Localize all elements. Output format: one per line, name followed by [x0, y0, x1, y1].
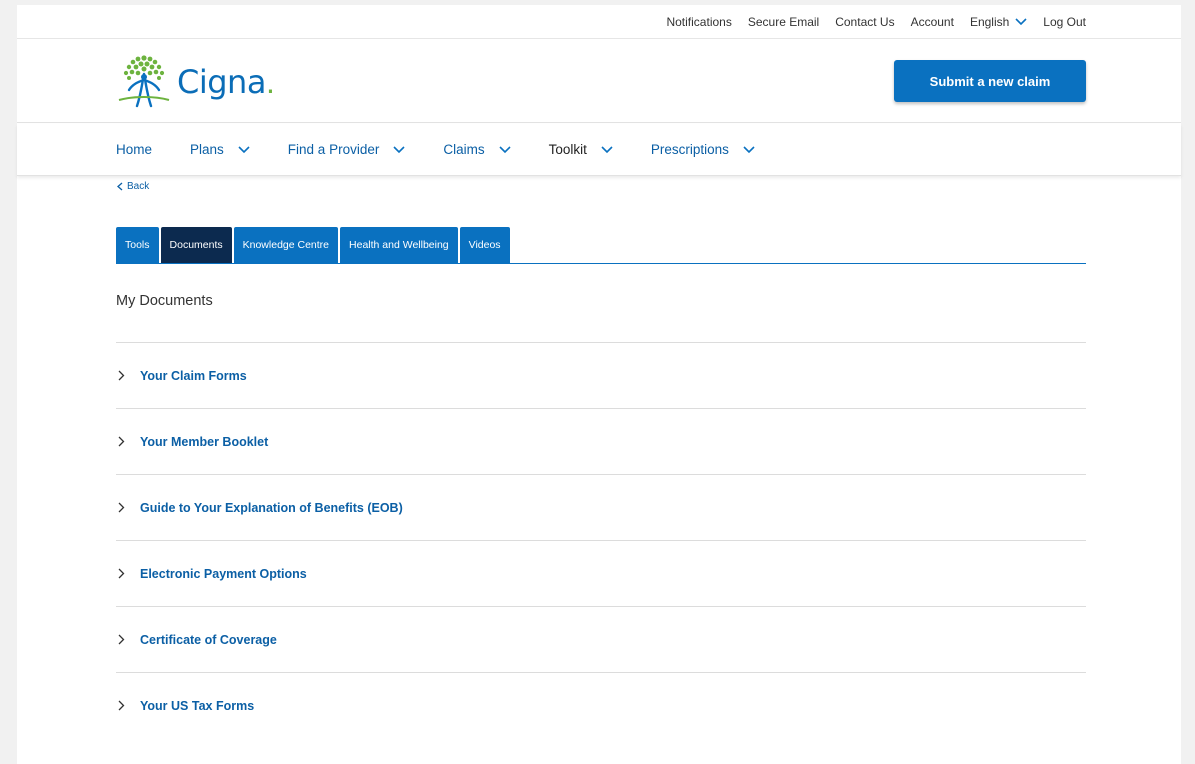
- chevron-right-icon: [118, 502, 125, 513]
- document-item-claim-forms[interactable]: Your Claim Forms: [116, 342, 1086, 408]
- chevron-down-icon: [238, 145, 250, 153]
- nav-home-label: Home: [116, 142, 153, 157]
- tab-knowledge-centre[interactable]: Knowledge Centre: [233, 227, 339, 263]
- document-label: Your Claim Forms: [140, 368, 247, 383]
- toolkit-tabs: Tools Documents Knowledge Centre Health …: [116, 227, 1086, 264]
- brand-header: Cigna. Submit a new claim: [17, 40, 1181, 123]
- log-out-link[interactable]: Log Out: [1043, 15, 1086, 29]
- nav-plans-label: Plans: [190, 142, 224, 157]
- document-item-member-booklet[interactable]: Your Member Booklet: [116, 408, 1086, 474]
- main-nav: Home Plans Find a Provider Claims Toolki…: [17, 124, 1181, 176]
- logo-dot: .: [265, 63, 275, 100]
- document-label: Your Member Booklet: [140, 434, 269, 449]
- chevron-down-icon: [743, 145, 755, 153]
- document-label: Your US Tax Forms: [140, 698, 255, 713]
- section-title: My Documents: [116, 293, 213, 309]
- document-item-certificate-of-coverage[interactable]: Certificate of Coverage: [116, 606, 1086, 672]
- submit-claim-button[interactable]: Submit a new claim: [894, 60, 1086, 102]
- document-label: Certificate of Coverage: [140, 632, 277, 647]
- chevron-right-icon: [118, 370, 125, 381]
- chevron-down-icon: [393, 145, 405, 153]
- nav-claims[interactable]: Claims: [443, 142, 511, 157]
- document-item-eob-guide[interactable]: Guide to Your Explanation of Benefits (E…: [116, 474, 1086, 540]
- tab-videos[interactable]: Videos: [459, 227, 510, 263]
- document-item-electronic-payment[interactable]: Electronic Payment Options: [116, 540, 1086, 606]
- nav-prescriptions-label: Prescriptions: [650, 142, 729, 157]
- chevron-right-icon: [118, 568, 125, 579]
- back-link[interactable]: Back: [116, 181, 149, 192]
- nav-plans[interactable]: Plans: [190, 142, 250, 157]
- chevron-left-icon: [117, 182, 123, 191]
- chevron-right-icon: [118, 634, 125, 645]
- page: Notifications Secure Email Contact Us Ac…: [17, 5, 1181, 764]
- chevron-right-icon: [118, 700, 125, 711]
- documents-list: Your Claim Forms Your Member Booklet Gui…: [116, 342, 1086, 738]
- utility-bar: Notifications Secure Email Contact Us Ac…: [17, 5, 1181, 39]
- tab-documents[interactable]: Documents: [160, 227, 232, 263]
- chevron-down-icon: [601, 145, 613, 153]
- nav-prescriptions[interactable]: Prescriptions: [651, 142, 755, 157]
- nav-find-provider-label: Find a Provider: [287, 142, 380, 157]
- chevron-down-icon: [499, 145, 511, 153]
- account-link[interactable]: Account: [911, 15, 954, 29]
- notifications-link[interactable]: Notifications: [666, 15, 731, 29]
- nav-toolkit-label: Toolkit: [548, 142, 587, 157]
- nav-find-provider[interactable]: Find a Provider: [288, 142, 406, 157]
- nav-toolkit[interactable]: Toolkit: [549, 142, 613, 157]
- language-label: English: [969, 14, 1010, 29]
- chevron-right-icon: [118, 436, 125, 447]
- back-label: Back: [127, 181, 150, 192]
- language-select[interactable]: English: [970, 15, 1027, 29]
- document-item-us-tax-forms[interactable]: Your US Tax Forms: [116, 672, 1086, 738]
- nav-home[interactable]: Home: [116, 142, 152, 157]
- nav-claims-label: Claims: [443, 142, 485, 157]
- tree-of-life-icon: [118, 55, 170, 108]
- chevron-down-icon: [1015, 17, 1027, 25]
- secure-email-link[interactable]: Secure Email: [748, 15, 819, 29]
- document-label: Guide to Your Explanation of Benefits (E…: [140, 500, 403, 515]
- tab-health-and-wellbeing[interactable]: Health and Wellbeing: [340, 227, 458, 263]
- logo-wordmark: Cigna: [177, 63, 266, 101]
- cigna-logo[interactable]: Cigna.: [115, 52, 275, 112]
- contact-us-link[interactable]: Contact Us: [835, 15, 894, 29]
- tab-tools[interactable]: Tools: [116, 227, 159, 263]
- document-label: Electronic Payment Options: [140, 566, 307, 581]
